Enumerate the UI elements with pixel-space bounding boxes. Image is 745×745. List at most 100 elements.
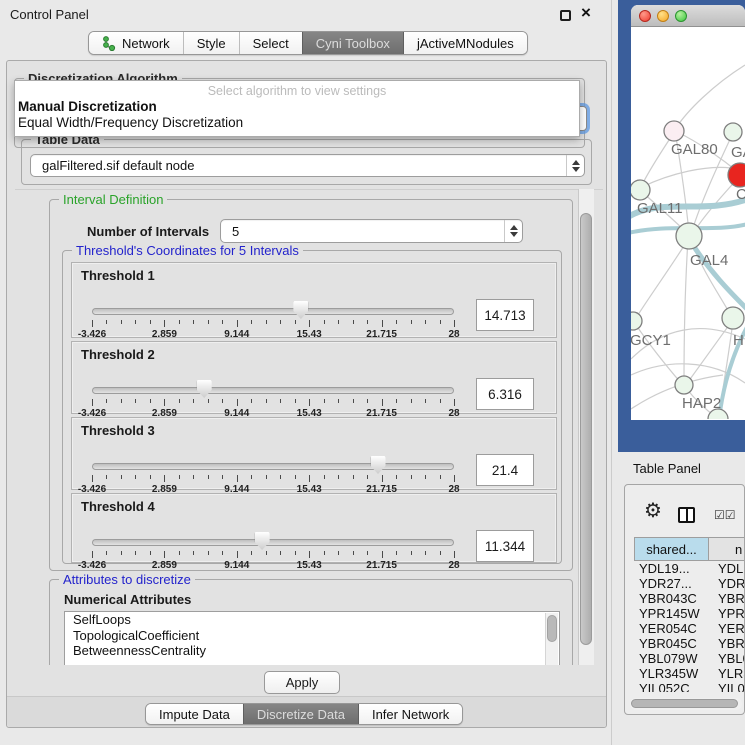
table-row[interactable]: YBR045CYBR0 <box>634 636 745 651</box>
tab-cyni-toolbox[interactable]: Cyni Toolbox <box>302 32 403 54</box>
scrollbar-thumb[interactable] <box>580 213 592 645</box>
threshold-label: Threshold 3 <box>81 423 155 438</box>
table-panel-title: Table Panel <box>633 461 701 476</box>
threshold-value-field[interactable]: 21.4 <box>476 454 534 486</box>
tab-jactivemnodules[interactable]: jActiveMNodules <box>403 32 527 54</box>
network-node[interactable] <box>675 376 693 394</box>
tab-impute-data[interactable]: Impute Data <box>146 704 243 724</box>
list-scrollbar[interactable] <box>545 613 558 665</box>
attribute-list-item[interactable]: BetweennessCentrality <box>65 643 559 659</box>
threshold-value-field[interactable]: 11.344 <box>476 530 534 562</box>
scrollbar-thumb[interactable] <box>547 615 557 642</box>
node-label: H <box>733 332 744 349</box>
network-node[interactable] <box>631 180 650 200</box>
group-title: Threshold's Coordinates for 5 Intervals <box>72 243 303 258</box>
threshold-panel: Threshold 1-3.4262.8599.14415.4321.71528… <box>71 262 557 338</box>
tick-label: 9.144 <box>224 329 249 340</box>
table-row[interactable]: YDL19...YDL1 <box>634 561 745 576</box>
threshold-panel: Threshold 4-3.4262.8599.14415.4321.71528… <box>71 493 557 563</box>
threshold-value-field[interactable]: 14.713 <box>476 299 534 331</box>
numerical-attributes-list[interactable]: SelfLoopsTopologicalCoefficientBetweenne… <box>64 611 560 665</box>
attribute-list-item[interactable]: SelfLoops <box>65 612 559 628</box>
tick-label: 15.43 <box>297 329 322 340</box>
slider-track[interactable] <box>92 308 454 315</box>
slider-thumb[interactable] <box>255 532 270 550</box>
node-label: C <box>736 186 745 203</box>
dropdown-prompt[interactable]: Select algorithm to view settings <box>15 81 579 98</box>
scrollbar-thumb[interactable] <box>631 699 738 708</box>
panel-divider[interactable] <box>611 0 612 745</box>
node-label: GAL <box>731 144 745 161</box>
column-header-shared[interactable]: shared... <box>634 537 709 561</box>
tab-infer-network[interactable]: Infer Network <box>358 704 462 724</box>
network-node[interactable] <box>724 123 742 141</box>
table-row[interactable]: YLR345WYLR3 <box>634 666 745 681</box>
dropdown-option-equal-width[interactable]: Equal Width/Frequency Discretization <box>15 114 579 130</box>
float-window-icon[interactable] <box>560 10 571 21</box>
tick-label: -3.426 <box>78 329 106 340</box>
thresholds-group: Threshold's Coordinates for 5 Intervals … <box>62 250 562 564</box>
horizontal-scrollbar[interactable] <box>630 698 742 710</box>
cyni-toolbox-panel: Discretization Algorithm Select algorith… <box>6 60 607 728</box>
slider-thumb[interactable] <box>293 301 308 319</box>
apply-button[interactable]: Apply <box>264 671 340 694</box>
network-node[interactable] <box>722 307 744 329</box>
tab-discretize-data[interactable]: Discretize Data <box>243 704 358 724</box>
gear-icon[interactable]: ⚙ <box>644 498 662 523</box>
slider-ticks <box>92 320 454 328</box>
slider-tick-labels: -3.4262.8599.14415.4321.71528 <box>92 329 454 340</box>
table-data-group: Table Data galFiltered.sif default node <box>21 139 592 185</box>
table-row[interactable]: YPR145WYPR1 <box>634 606 745 621</box>
tab-select[interactable]: Select <box>239 32 302 54</box>
threshold-value-field[interactable]: 6.316 <box>476 378 534 410</box>
tick-label: 2.859 <box>152 329 177 340</box>
tick-label: 21.715 <box>366 329 397 340</box>
column-manager-icon[interactable] <box>678 507 695 523</box>
table-row[interactable]: YER054CYER0 <box>634 621 745 636</box>
vertical-scrollbar[interactable] <box>578 189 594 665</box>
cyni-mode-tabs: Impute Data Discretize Data Infer Networ… <box>145 703 463 725</box>
table-row[interactable]: YDR27...YDR2 <box>634 576 745 591</box>
combo-stepper <box>504 220 522 242</box>
slider-track[interactable] <box>92 387 454 394</box>
dropdown-option-manual[interactable]: Manual Discretization <box>15 98 579 114</box>
network-window: GAL80GALCGAL11GAL4GCY1HHAP2 <box>631 5 745 420</box>
table-row[interactable]: YBR043CYBR0 <box>634 591 745 606</box>
num-intervals-combobox[interactable]: 5 <box>220 219 523 243</box>
zoom-traffic-light-icon[interactable] <box>675 10 687 22</box>
tick-label: 28 <box>448 329 459 340</box>
minimize-traffic-light-icon[interactable] <box>657 10 669 22</box>
table-row[interactable]: YIL052CYIL0 <box>634 681 745 692</box>
control-panel-window: Control Panel × Network Style Select Cyn… <box>0 0 611 745</box>
tab-style[interactable]: Style <box>183 32 239 54</box>
column-header-name[interactable]: n <box>709 537 745 561</box>
threshold-panel: Threshold 2-3.4262.8599.14415.4321.71528… <box>71 341 557 414</box>
tab-network[interactable]: Network <box>89 32 183 54</box>
network-window-titlebar[interactable] <box>631 5 745 27</box>
interval-definition-group: Interval Definition Number of Intervals … <box>49 199 573 571</box>
slider-track[interactable] <box>92 539 454 546</box>
network-node[interactable] <box>676 223 702 249</box>
network-node[interactable] <box>664 121 684 141</box>
slider-thumb[interactable] <box>197 380 212 398</box>
slider-ticks <box>92 475 454 483</box>
network-node[interactable] <box>728 163 745 187</box>
network-node[interactable] <box>631 312 642 330</box>
attribute-list-item[interactable]: TopologicalCoefficient <box>65 628 559 644</box>
threshold-panel: Threshold 3-3.4262.8599.14415.4321.71528… <box>71 417 557 490</box>
node-label: GAL4 <box>690 252 728 269</box>
slider-track[interactable] <box>92 463 454 470</box>
table-row[interactable]: YBL079WYBL0 <box>634 651 745 666</box>
tick-label: 28 <box>448 560 459 571</box>
tick-label: 2.859 <box>152 560 177 571</box>
table-header: shared... n <box>634 537 745 561</box>
node-label: GCY1 <box>631 332 671 349</box>
table-panel: ⚙ ☑☑ shared... n YDL19...YDL1YDR27...YDR… <box>624 484 745 715</box>
close-traffic-light-icon[interactable] <box>639 10 651 22</box>
network-canvas[interactable]: GAL80GALCGAL11GAL4GCY1HHAP2 <box>631 27 745 419</box>
checkbox-icons[interactable]: ☑☑ <box>714 508 736 522</box>
slider-thumb[interactable] <box>371 456 386 474</box>
node-label: GAL11 <box>637 200 683 217</box>
close-icon[interactable]: × <box>581 3 591 23</box>
table-data-combobox[interactable]: galFiltered.sif default node <box>30 154 585 177</box>
